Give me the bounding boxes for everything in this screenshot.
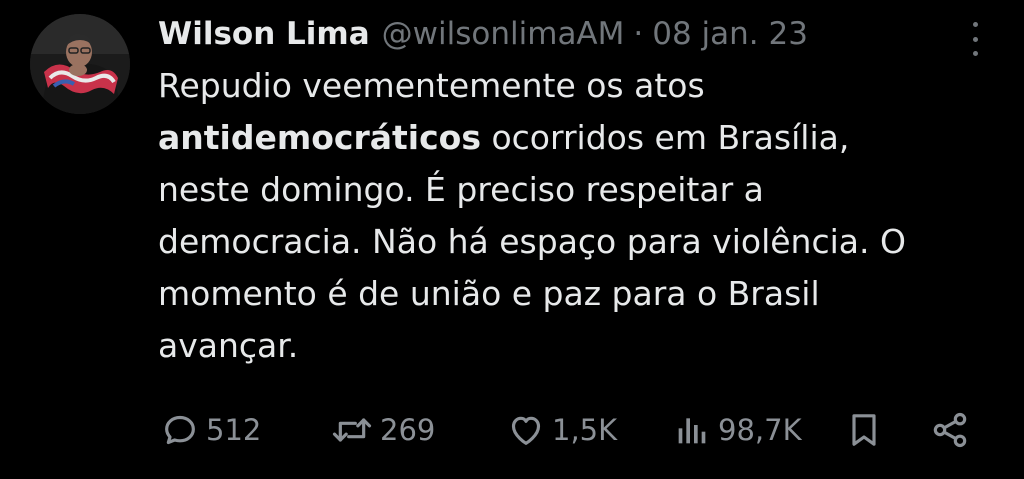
text-segment: momento é de união e paz para o Brasil	[158, 274, 820, 313]
tweet-text-line: antidemocráticos ocorridos em Brasília,	[158, 112, 988, 164]
author-handle[interactable]: @wilsonlimaAM	[382, 12, 625, 56]
like-count: 1,5K	[552, 413, 618, 447]
share-button[interactable]	[930, 408, 970, 452]
like-button[interactable]: 1,5K	[506, 408, 617, 452]
text-segment: Repudio veementemente os atos	[158, 66, 705, 105]
text-segment: neste domingo. É preciso respeitar a	[158, 170, 764, 209]
retweet-button[interactable]: 269	[330, 408, 435, 452]
tweet-header: Wilson Lima @wilsonlimaAM · 08 jan. 23	[158, 12, 808, 56]
avatar[interactable]	[30, 14, 130, 114]
views-button[interactable]: 98,7K	[672, 408, 802, 452]
header-separator: ·	[633, 16, 644, 52]
more-dot	[972, 51, 978, 56]
bookmark-icon	[852, 414, 876, 446]
tweet-text-line: avançar.	[158, 320, 988, 372]
tweet-date[interactable]: 08 jan. 23	[652, 12, 808, 56]
share-icon	[933, 412, 967, 448]
more-icon[interactable]	[960, 22, 990, 56]
text-segment: ocorridos em Brasília,	[480, 118, 850, 157]
more-dot	[972, 36, 978, 42]
text-segment: democracia. Não há espaço para violência…	[158, 222, 906, 261]
more-dot	[972, 22, 978, 27]
views-count: 98,7K	[718, 413, 802, 447]
tweet-actions: 512 269 1,5K 98,7K	[160, 408, 980, 452]
text-segment: avançar.	[158, 326, 299, 365]
avatar-image	[30, 14, 130, 114]
text-bold-segment: antidemocráticos	[158, 118, 481, 157]
author-display-name[interactable]: Wilson Lima	[158, 12, 370, 56]
retweet-count: 269	[380, 413, 436, 447]
tweet-text-line: neste domingo. É preciso respeitar a	[158, 164, 988, 216]
reply-icon	[165, 415, 195, 445]
retweet-icon	[332, 418, 372, 442]
views-icon	[678, 418, 706, 444]
bookmark-button[interactable]	[844, 408, 884, 452]
reply-count: 512	[206, 413, 262, 447]
tweet-text-line: Repudio veementemente os atos	[158, 60, 988, 112]
tweet-text-line: democracia. Não há espaço para violência…	[158, 216, 988, 268]
heart-icon	[511, 416, 541, 445]
tweet-text-line: momento é de união e paz para o Brasil	[158, 268, 988, 320]
reply-button[interactable]: 512	[160, 408, 261, 452]
tweet-text: Repudio veementemente os atos antidemocr…	[158, 60, 988, 372]
